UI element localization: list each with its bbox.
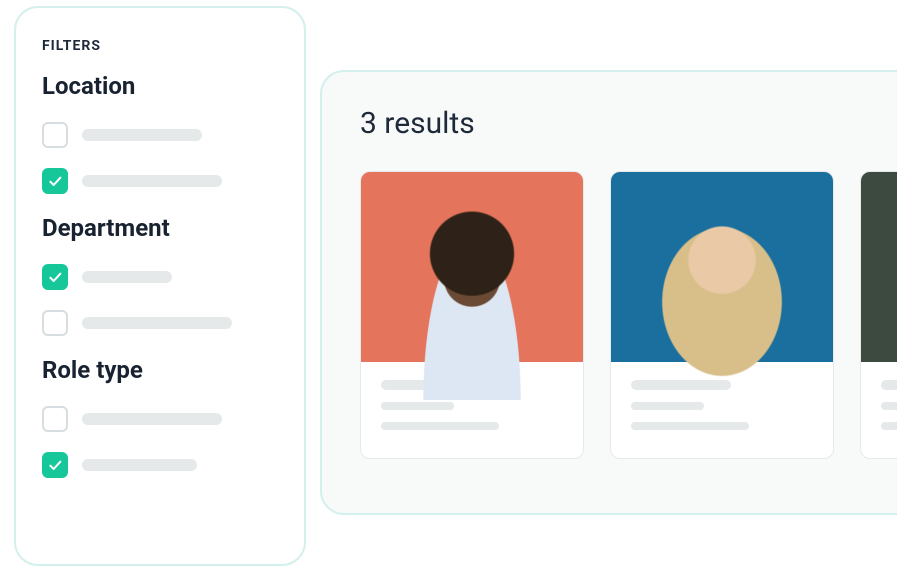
result-card[interactable] [360,171,584,459]
result-avatar [611,172,833,362]
result-meta [861,362,897,458]
filter-group-title: Location [42,72,278,100]
placeholder-line [82,175,222,187]
placeholder-line [881,402,897,410]
placeholder-line [82,271,172,283]
filters-heading: FILTERS [42,38,278,54]
placeholder-line [631,402,704,410]
checkbox-unchecked[interactable] [42,122,68,148]
result-avatar [861,172,897,362]
placeholder-line [881,422,897,430]
checkbox-checked[interactable] [42,452,68,478]
filter-option[interactable] [42,406,278,432]
filter-option[interactable] [42,264,278,290]
placeholder-line [82,459,197,471]
filter-option[interactable] [42,452,278,478]
results-panel: 3 results [320,70,897,515]
placeholder-line [881,380,897,390]
placeholder-line [82,129,202,141]
placeholder-line [381,402,454,410]
filter-group-role-type: Role type [42,356,278,478]
filter-group-department: Department [42,214,278,336]
filter-option[interactable] [42,168,278,194]
placeholder-line [381,422,499,430]
placeholder-line [631,422,749,430]
checkbox-checked[interactable] [42,264,68,290]
checkbox-unchecked[interactable] [42,310,68,336]
filter-option[interactable] [42,310,278,336]
result-card[interactable] [610,171,834,459]
checkbox-unchecked[interactable] [42,406,68,432]
checkbox-checked[interactable] [42,168,68,194]
placeholder-line [82,413,222,425]
placeholder-line [82,317,232,329]
check-icon [47,173,63,189]
result-avatar [361,172,583,362]
filter-group-title: Role type [42,356,278,384]
results-count-title: 3 results [360,106,897,141]
result-card[interactable] [860,171,897,459]
filter-group-location: Location [42,72,278,194]
results-row [360,171,897,459]
check-icon [47,457,63,473]
filter-option[interactable] [42,122,278,148]
filter-group-title: Department [42,214,278,242]
filters-panel: FILTERS Location Department Role type [14,6,306,566]
check-icon [47,269,63,285]
